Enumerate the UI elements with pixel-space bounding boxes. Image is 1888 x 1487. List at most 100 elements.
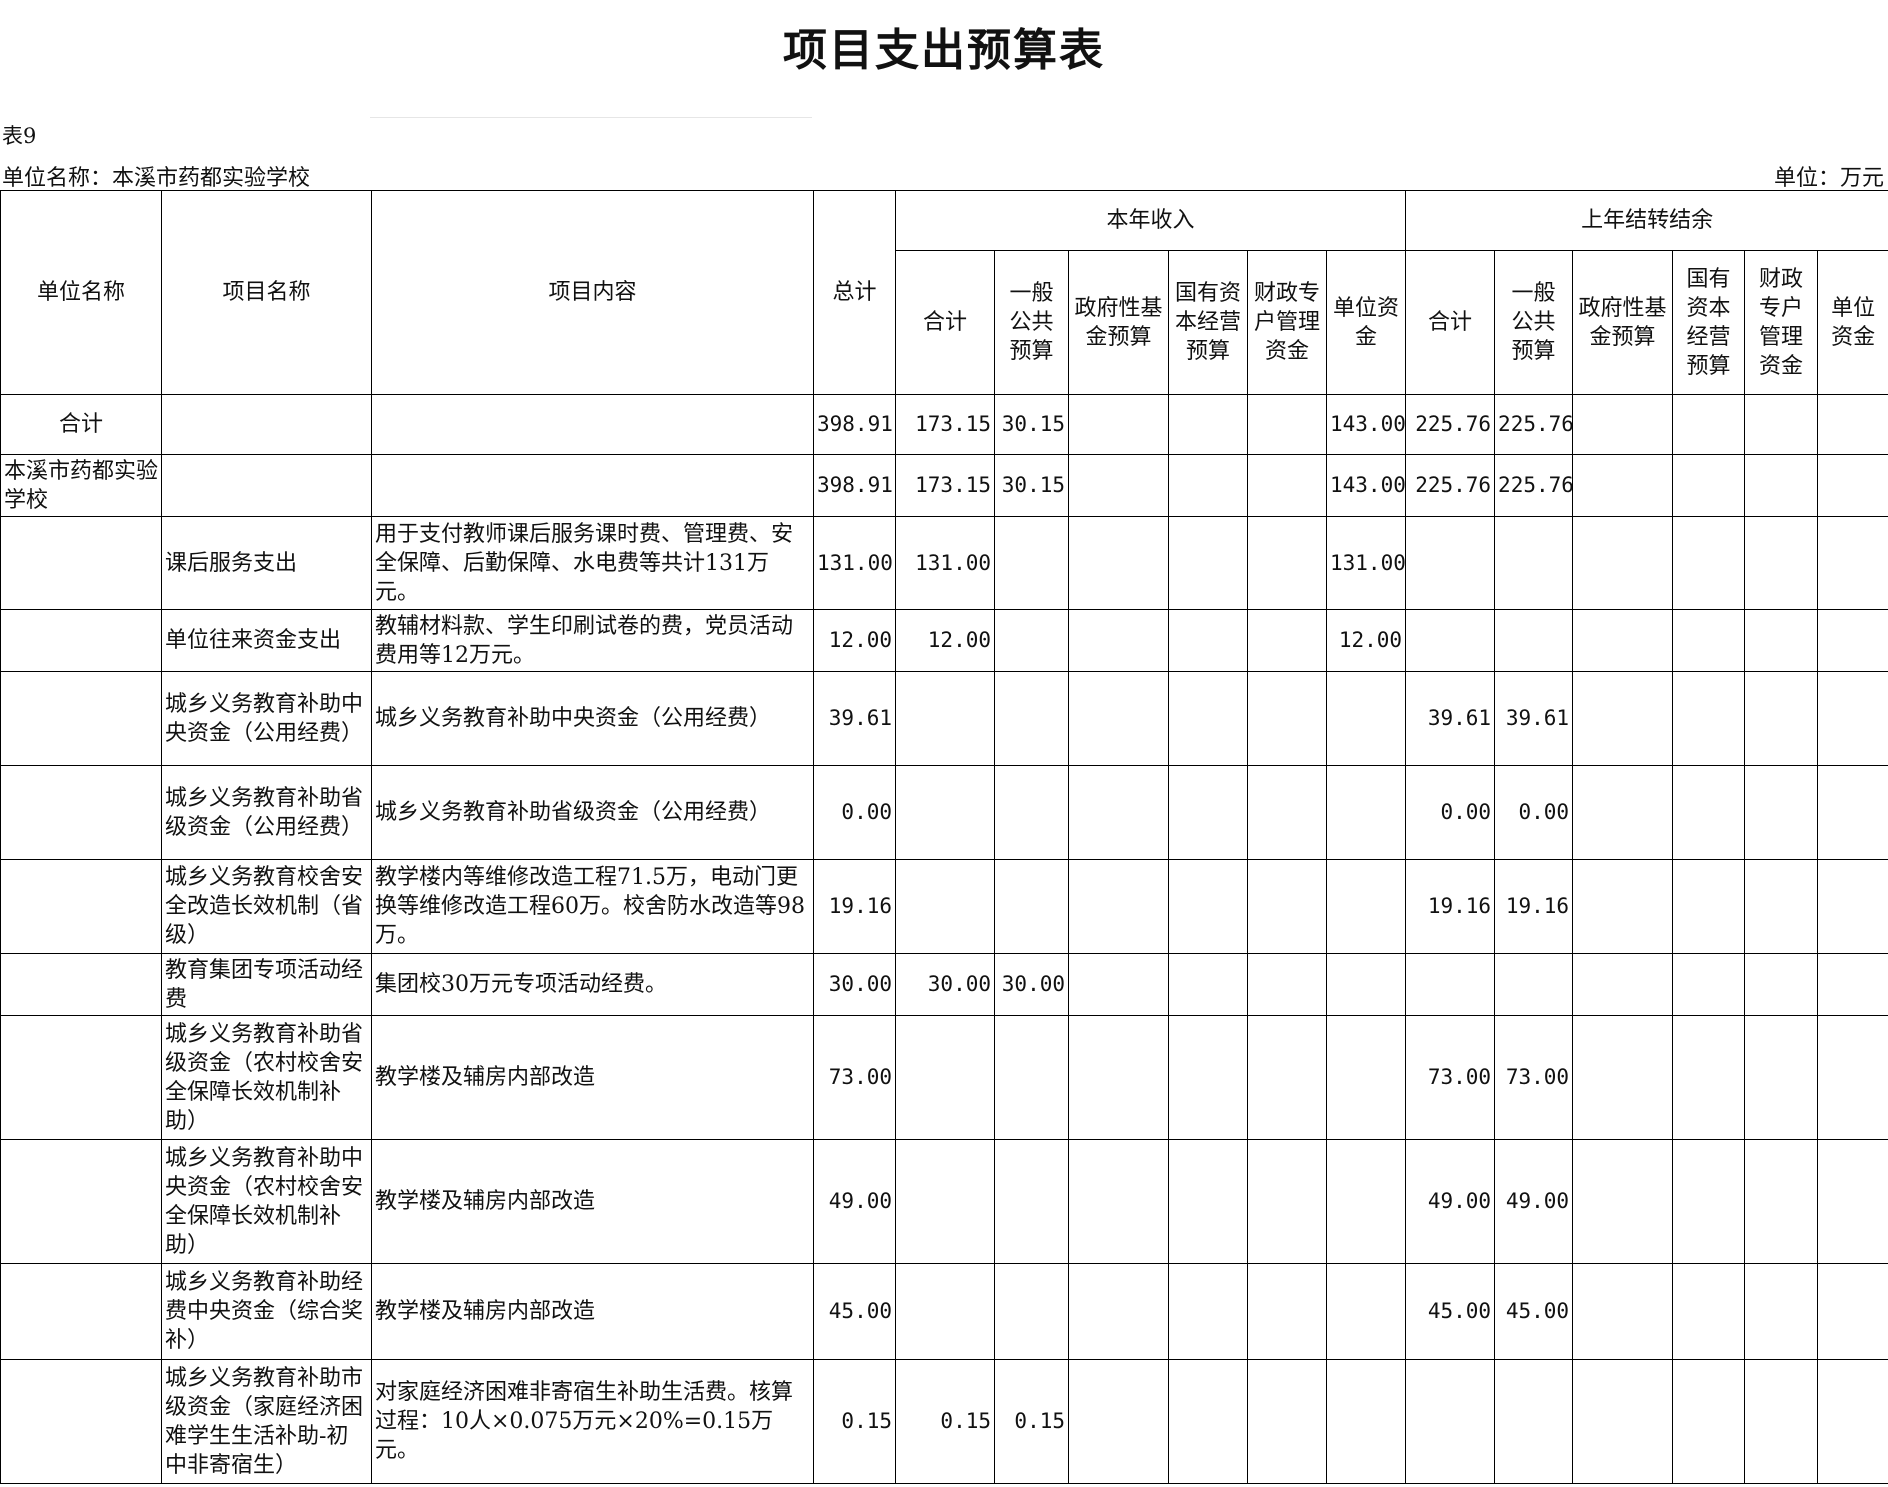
table-row: 城乡义务教育校舍安全改造长效机制（省级） 教学楼内等维修改造工程71.5万，电动门… [0, 859, 1888, 954]
cell-carry-3 [1672, 454, 1746, 517]
cell-project-content: 对家庭经济困难非寄宿生补助生活费。核算过程：10人×0.075万元×20%=0.… [371, 1359, 814, 1484]
cell-project-name: 城乡义务教育补助省级资金（公用经费） [161, 765, 372, 860]
cell-current-3 [1168, 1359, 1248, 1484]
cell-project-name: 教育集团专项活动经费 [161, 953, 372, 1016]
cell-unit-name [0, 859, 162, 954]
table-row: 城乡义务教育补助省级资金（公用经费） 城乡义务教育补助省级资金（公用经费） 0.00… [0, 765, 1888, 860]
cell-current-3 [1168, 609, 1248, 672]
cell-carry-0 [1405, 1359, 1496, 1484]
table-row: 课后服务支出 用于支付教师课后服务课时费、管理费、安全保障、后勤保障、水电费等共计… [0, 516, 1888, 610]
table-row: 城乡义务教育补助市级资金（家庭经济困难学生生活补助-初中非寄宿生） 对家庭经济困难… [0, 1359, 1888, 1484]
cell-carry-1: 73.00 [1494, 1015, 1574, 1140]
cell-project-content [371, 394, 814, 455]
cell-current-5 [1325, 1263, 1407, 1360]
cell-current-4 [1247, 609, 1327, 672]
cell-carry-2 [1572, 454, 1674, 517]
cell-carry-1 [1494, 516, 1574, 610]
cell-total: 30.00 [813, 953, 896, 1016]
cell-unit-name [0, 765, 162, 860]
table-row: 城乡义务教育补助中央资金（农村校舍安全保障长效机制补助） 教学楼及辅房内部改造 49… [0, 1139, 1888, 1264]
cell-unit-name [0, 1139, 162, 1264]
cell-current-2 [1068, 609, 1169, 672]
cell-current-0 [895, 1015, 995, 1140]
cell-current-1 [994, 1263, 1069, 1360]
cell-carry-1: 19.16 [1494, 859, 1574, 954]
cell-current-5 [1325, 671, 1407, 766]
cell-project-content: 城乡义务教育补助中央资金（公用经费） [371, 671, 814, 766]
cell-current-0: 131.00 [895, 516, 995, 610]
cell-carry-0: 49.00 [1405, 1139, 1496, 1264]
cell-carry-3 [1672, 765, 1746, 860]
cell-carry-4 [1744, 1139, 1819, 1264]
cell-current-5 [1325, 953, 1407, 1016]
cell-current-0 [895, 859, 995, 954]
cell-carry-3 [1672, 953, 1746, 1016]
cell-current-4 [1247, 859, 1327, 954]
header-current-year: 本年收入 [894, 190, 1407, 251]
table-row: 本溪市药都实验学校 398.91 173.15 30.15 143.00 225.76 22… [0, 454, 1888, 517]
table-row: 合计 398.91 173.15 30.15 143.00 225.76 225.76 [0, 394, 1888, 455]
table-row: 城乡义务教育补助省级资金（农村校舍安全保障长效机制补助） 教学楼及辅房内部改造 73… [0, 1015, 1888, 1140]
cell-carry-5 [1817, 454, 1888, 517]
header-current-5: 单位资金 [1325, 250, 1407, 395]
cell-unit-name [0, 671, 162, 766]
cell-carry-0 [1405, 609, 1496, 672]
cell-current-2 [1068, 1015, 1169, 1140]
cell-total: 398.91 [813, 454, 896, 517]
cell-current-4 [1247, 394, 1327, 455]
header-project-content: 项目内容 [371, 190, 814, 395]
cell-project-content: 教学楼及辅房内部改造 [371, 1139, 814, 1264]
header-carry-1: 一般公共预算 [1494, 250, 1574, 395]
header-unit-name: 单位名称 [0, 190, 162, 395]
header-total: 总计 [813, 190, 896, 395]
cell-project-name: 课后服务支出 [161, 516, 372, 610]
cell-unit-name: 本溪市药都实验学校 [0, 454, 162, 517]
cell-total: 0.15 [813, 1359, 896, 1484]
cell-carry-2 [1572, 859, 1674, 954]
cell-carry-2 [1572, 1015, 1674, 1140]
cell-carry-2 [1572, 953, 1674, 1016]
cell-project-content: 用于支付教师课后服务课时费、管理费、安全保障、后勤保障、水电费等共计131万元。 [371, 516, 814, 610]
cell-carry-1 [1494, 1359, 1574, 1484]
cell-current-1 [994, 1139, 1069, 1264]
cell-carry-0 [1405, 516, 1496, 610]
cell-unit-name: 合计 [0, 394, 162, 455]
cell-unit-name [0, 1015, 162, 1140]
table-row: 单位往来资金支出 教辅材料款、学生印刷试卷的费，党员活动费用等12万元。 12.00… [0, 609, 1888, 672]
cell-current-0: 173.15 [895, 454, 995, 517]
cell-current-1: 30.00 [994, 953, 1069, 1016]
cell-carry-4 [1744, 1015, 1819, 1140]
cell-total: 19.16 [813, 859, 896, 954]
cell-project-name: 单位往来资金支出 [161, 609, 372, 672]
cell-current-5: 143.00 [1325, 454, 1407, 517]
cell-carry-3 [1672, 1015, 1746, 1140]
cell-carry-4 [1744, 1359, 1819, 1484]
cell-current-4 [1247, 1015, 1327, 1140]
cell-carry-3 [1672, 1139, 1746, 1264]
cell-total: 12.00 [813, 609, 896, 672]
cell-carry-1: 225.76 [1494, 394, 1574, 455]
cell-current-5 [1325, 1359, 1407, 1484]
cell-current-1: 30.15 [994, 454, 1069, 517]
cell-carry-4 [1744, 765, 1819, 860]
cell-current-2 [1068, 1139, 1169, 1264]
cell-current-1 [994, 765, 1069, 860]
cell-carry-3 [1672, 394, 1746, 455]
header-current-0: 合计 [895, 250, 995, 395]
cell-carry-0: 225.76 [1405, 454, 1496, 517]
cell-current-1 [994, 609, 1069, 672]
cell-project-name: 城乡义务教育校舍安全改造长效机制（省级） [161, 859, 372, 954]
cell-carry-5 [1817, 765, 1888, 860]
cell-project-content: 集团校30万元专项活动经费。 [371, 953, 814, 1016]
cell-current-3 [1168, 1139, 1248, 1264]
cell-carry-2 [1572, 671, 1674, 766]
cell-carry-5 [1817, 671, 1888, 766]
cell-current-3 [1168, 671, 1248, 766]
page-title: 项目支出预算表 [783, 25, 1105, 76]
cell-carry-4 [1744, 516, 1819, 610]
cell-carry-3 [1672, 609, 1746, 672]
cell-carry-2 [1572, 609, 1674, 672]
cell-carry-4 [1744, 394, 1819, 455]
cell-current-3 [1168, 394, 1248, 455]
cell-current-2 [1068, 953, 1169, 1016]
